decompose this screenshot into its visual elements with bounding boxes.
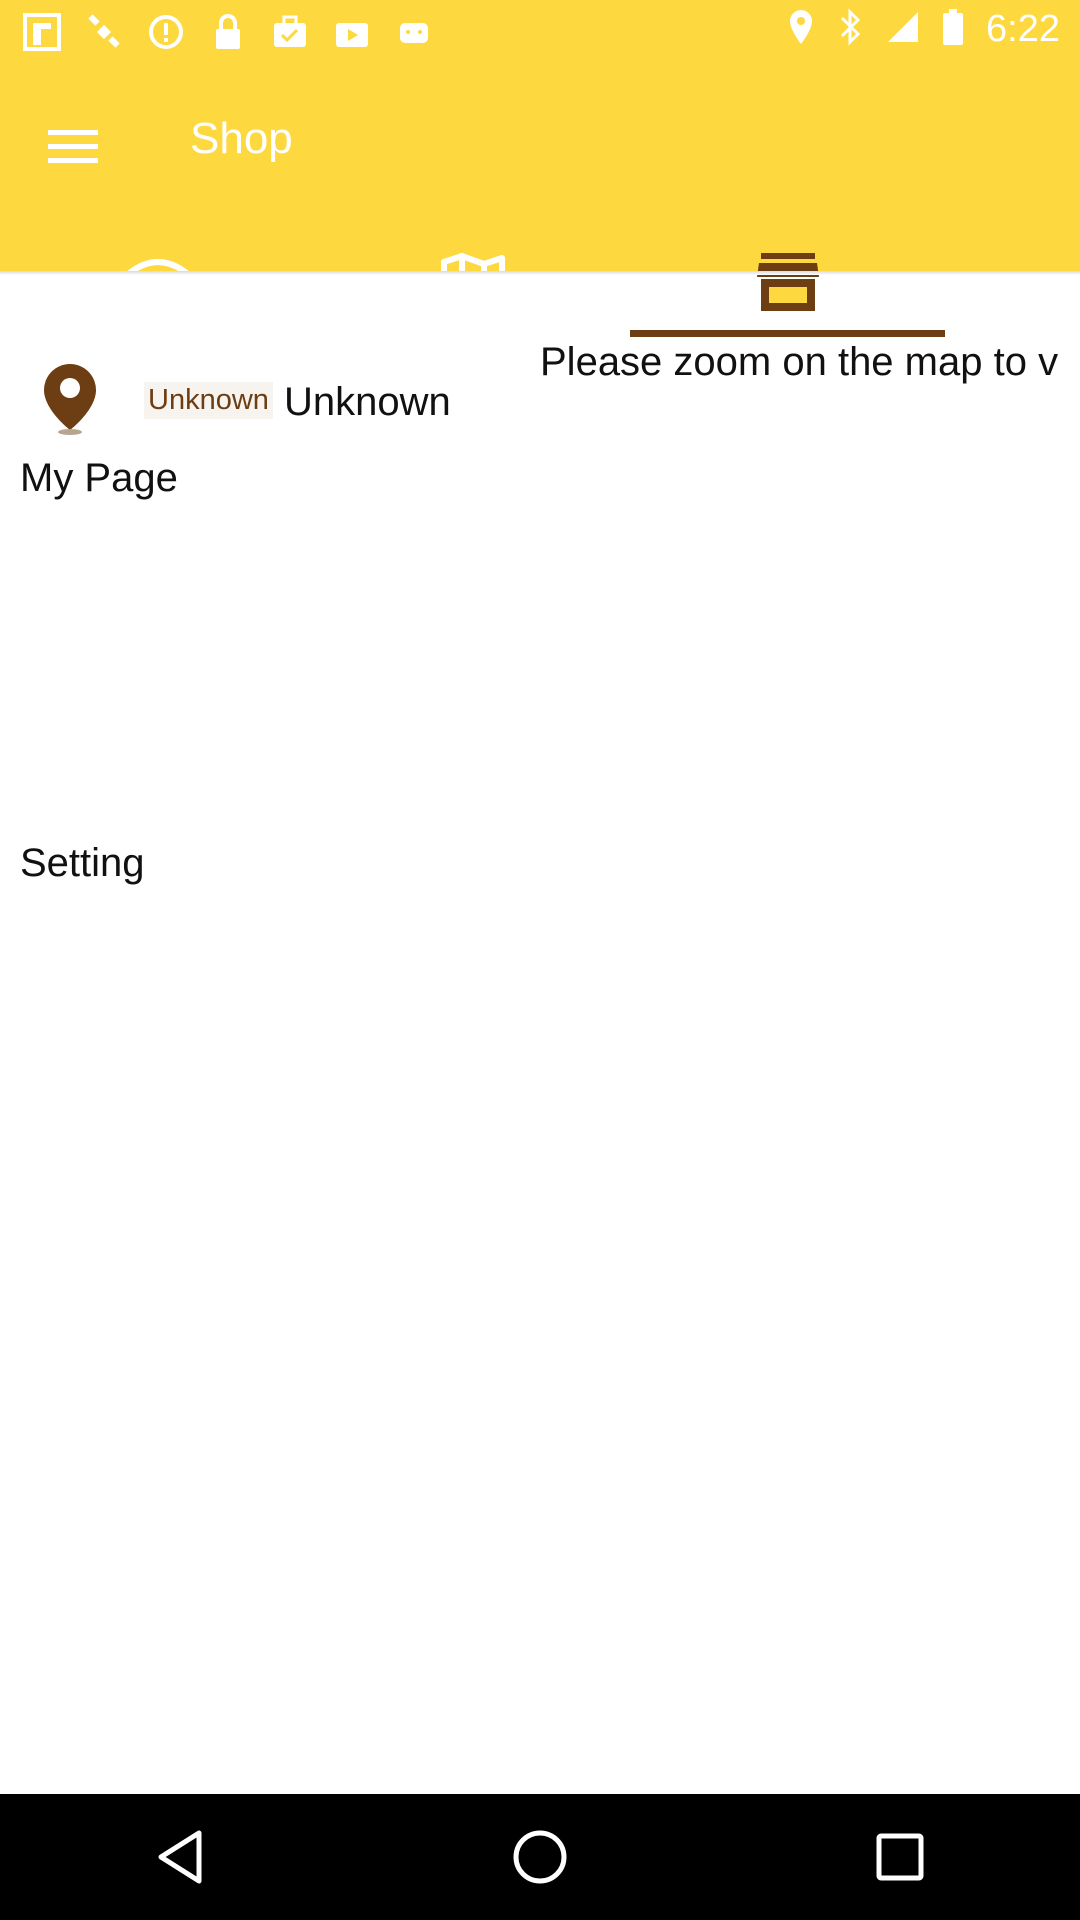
location-label: Unknown <box>284 380 451 424</box>
app-bar-shadow <box>0 271 1080 275</box>
info-icon <box>146 12 186 52</box>
tab-bar <box>0 228 1080 337</box>
signal-icon <box>886 10 920 49</box>
play-bag-icon <box>332 12 372 52</box>
android-icon <box>394 12 434 52</box>
recents-button[interactable] <box>855 1812 945 1902</box>
hamburger-menu-button[interactable] <box>38 112 108 182</box>
system-nav-bar <box>0 1794 1080 1920</box>
wifi-icon <box>123 258 192 310</box>
app-bar: Shop <box>0 66 1080 337</box>
menu-item-setting[interactable]: Setting <box>20 841 145 886</box>
location-label-small: Unknown <box>144 382 273 419</box>
fake-app-icon <box>22 12 62 52</box>
menu-item-my-page[interactable]: My Page <box>20 456 178 501</box>
page-title: Shop <box>190 114 293 163</box>
home-button[interactable] <box>495 1812 585 1902</box>
tab-wifi[interactable] <box>0 228 315 337</box>
hamburger-menu-icon <box>48 130 98 163</box>
tab-shop[interactable] <box>630 228 945 337</box>
status-bar: 6:22 <box>0 0 1080 66</box>
bluetooth-icon <box>838 8 864 51</box>
active-tab-indicator <box>630 330 945 337</box>
tab-map[interactable] <box>315 228 630 337</box>
map-pin-icon <box>44 364 96 435</box>
store-icon <box>756 252 819 311</box>
status-time: 6:22 <box>986 8 1060 50</box>
satellite-icon <box>84 12 124 52</box>
briefcase-check-icon <box>270 12 310 52</box>
recents-icon <box>876 1833 924 1881</box>
home-icon <box>513 1830 567 1884</box>
status-system-icons: 6:22 <box>786 8 1060 51</box>
map-icon <box>440 252 505 313</box>
status-notification-icons <box>22 12 434 52</box>
zoom-notice: Please zoom on the map to v <box>540 340 1059 384</box>
lock-icon <box>208 12 248 52</box>
location-icon <box>786 8 816 51</box>
battery-icon <box>942 8 964 51</box>
back-icon <box>158 1830 202 1884</box>
back-button[interactable] <box>135 1812 225 1902</box>
